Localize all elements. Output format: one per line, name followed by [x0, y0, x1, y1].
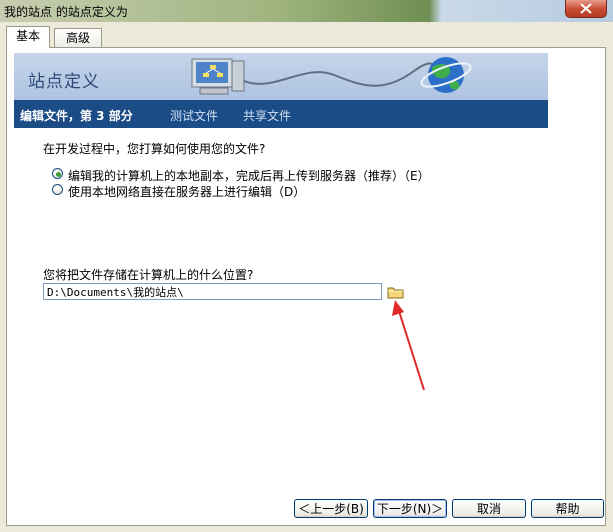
question-usage: 在开发过程中，您打算如何使用您的文件? [43, 142, 266, 156]
window-title: 我的站点 的站点定义为 [4, 5, 128, 19]
next-button[interactable]: 下一步(N)＞ [373, 499, 447, 518]
option-edit-server-label: 使用本地网络直接在服务器上进行编辑（D） [68, 185, 306, 199]
browse-folder-button[interactable] [387, 284, 405, 300]
cancel-button[interactable]: 取消 [452, 499, 526, 518]
step-test-files: 测试文件 [170, 109, 219, 123]
wizard-stepbar: 编辑文件，第 3 部分 测试文件 共享文件 [14, 100, 548, 128]
computer-icon [191, 58, 245, 95]
step-current: 编辑文件，第 3 部分 [20, 109, 133, 123]
close-button[interactable] [565, 0, 607, 18]
tab-basic[interactable]: 基本 [6, 26, 50, 48]
close-icon [580, 3, 592, 14]
local-folder-input[interactable]: D:\Documents\我的站点\ [43, 283, 382, 300]
folder-icon [387, 287, 404, 299]
step-share-files: 共享文件 [243, 109, 292, 123]
banner: 站点定义 [14, 53, 548, 100]
window-titlebar: 我的站点 的站点定义为 [0, 0, 613, 22]
help-button[interactable]: 帮助 [531, 499, 604, 518]
option-edit-local-label: 编辑我的计算机上的本地副本，完成后再上传到服务器（推荐）（E） [68, 169, 430, 183]
globe-icon [420, 57, 472, 93]
banner-graphic [191, 57, 472, 95]
radio-edit-local[interactable] [52, 168, 63, 179]
wizard-panel: 站点定义 编辑文件，第 3 部分 测试文件 共享文件 在开发过程中，您打算如何使… [6, 47, 606, 526]
back-button[interactable]: ＜上一步(B) [294, 499, 368, 518]
radio-edit-server[interactable] [52, 184, 63, 195]
question-location: 您将把文件存储在计算机上的什么位置? [43, 268, 254, 282]
tab-advanced[interactable]: 高级 [54, 28, 102, 48]
